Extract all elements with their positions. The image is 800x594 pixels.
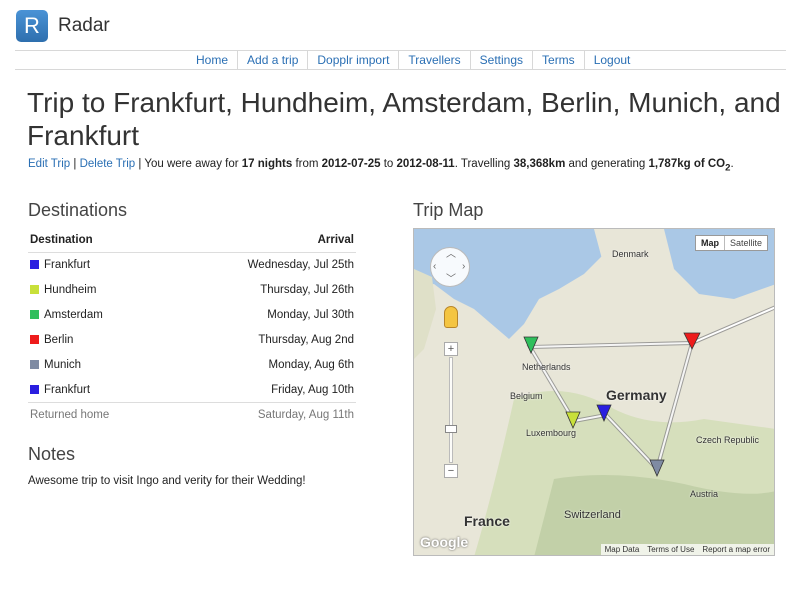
nights-count: 17 nights: [241, 158, 293, 170]
to-date: 2012-08-11: [396, 158, 455, 170]
arrival-date: Monday, Jul 30th: [267, 309, 354, 321]
returned-label: Returned home: [28, 402, 170, 428]
pan-down-icon[interactable]: ﹀: [446, 275, 456, 285]
nav-home[interactable]: Home: [187, 51, 237, 69]
zoom-slider-handle[interactable]: [445, 425, 457, 433]
label-belgium: Belgium: [510, 391, 543, 401]
nav-add-trip[interactable]: Add a trip: [237, 51, 307, 69]
color-swatch: [30, 285, 39, 294]
street-view-pegman-icon[interactable]: [444, 306, 458, 328]
table-row: Munich Monday, Aug 6th: [28, 353, 356, 378]
label-netherlands: Netherlands: [522, 362, 571, 372]
arrival-date: Monday, Aug 6th: [268, 359, 354, 371]
destinations-table: Destination Arrival Frankfurt Wednesday,…: [28, 231, 356, 428]
trip-map-heading: Trip Map: [413, 200, 484, 220]
color-swatch: [30, 260, 39, 270]
col-destination: Destination: [28, 231, 170, 253]
map-data-link[interactable]: Map Data: [601, 544, 644, 555]
arrival-date: Friday, Aug 10th: [271, 383, 354, 396]
returned-row: Returned home Saturday, Aug 11th: [28, 402, 356, 428]
report-map-error-link[interactable]: Report a map error: [698, 544, 774, 555]
color-swatch: [30, 384, 39, 394]
pan-up-icon[interactable]: ︿: [446, 250, 456, 260]
app-name: Radar: [58, 15, 110, 36]
app-logo[interactable]: R Radar: [16, 10, 110, 42]
label-czech-republic: Czech Republic: [696, 435, 760, 445]
co2-subscript: 2: [725, 162, 731, 174]
destination-name: Hundheim: [44, 284, 97, 296]
delete-trip-link[interactable]: Delete Trip: [80, 158, 136, 170]
label-germany: Germany: [606, 387, 667, 403]
color-swatch: [30, 360, 39, 369]
co2-amount: 1,787kg of CO2: [648, 158, 731, 174]
generating-word: and generating: [568, 158, 646, 170]
distance: 38,368km: [513, 158, 566, 170]
label-france: France: [464, 513, 510, 529]
nav-logout[interactable]: Logout: [583, 51, 640, 69]
zoom-slider-track[interactable]: [449, 357, 453, 463]
notes-heading: Notes: [28, 444, 76, 464]
label-switzerland: Switzerland: [564, 509, 621, 521]
color-swatch: [30, 335, 39, 344]
trip-summary: Edit Trip | Delete Trip | You were away …: [28, 158, 734, 174]
travelling-word: . Travelling: [454, 158, 511, 170]
google-logo[interactable]: Google: [420, 534, 468, 550]
table-row: Amsterdam Monday, Jul 30th: [28, 303, 356, 328]
arrival-date: Wednesday, Jul 25th: [247, 259, 354, 272]
logo-icon: R: [16, 10, 48, 42]
nav-terms[interactable]: Terms: [532, 51, 584, 69]
color-swatch: [30, 310, 39, 319]
label-austria: Austria: [690, 489, 719, 499]
top-nav: Home Add a trip Dopplr import Travellers…: [15, 50, 786, 70]
edit-trip-link[interactable]: Edit Trip: [28, 158, 70, 170]
destination-name: Frankfurt: [44, 383, 91, 396]
from-date: 2012-07-25: [321, 158, 381, 170]
label-denmark: Denmark: [612, 249, 649, 259]
label-luxembourg: Luxembourg: [526, 428, 577, 438]
map-footer: Map Data Terms of Use Report a map error: [600, 544, 774, 555]
from-word: from: [295, 158, 319, 170]
table-row: Frankfurt Friday, Aug 10th: [28, 378, 356, 403]
zoom-in-button[interactable]: +: [444, 342, 458, 356]
page-title: Trip to Frankfurt, Hundheim, Amsterdam, …: [27, 87, 781, 151]
returned-date: Saturday, Aug 11th: [169, 402, 356, 428]
pan-left-icon[interactable]: ‹: [433, 262, 436, 272]
destinations-heading: Destinations: [28, 200, 128, 220]
pan-right-icon[interactable]: ›: [462, 262, 465, 272]
destination-name: Munich: [44, 359, 82, 371]
table-row: Frankfurt Wednesday, Jul 25th: [28, 253, 356, 278]
trip-map[interactable]: Map Satellite ︿ ﹀ ‹ › + − Denmark Nether…: [413, 228, 775, 556]
notes-text: Awesome trip to visit Ingo and verity fo…: [28, 475, 306, 487]
table-row: Berlin Thursday, Aug 2nd: [28, 328, 356, 353]
destination-name: Frankfurt: [44, 259, 91, 272]
table-row: Hundheim Thursday, Jul 26th: [28, 278, 356, 303]
map-type-map-button[interactable]: Map: [696, 236, 724, 250]
map-type-control: Map Satellite: [694, 235, 768, 251]
away-prefix: You were away for: [144, 158, 239, 170]
destination-name: Amsterdam: [44, 309, 103, 321]
zoom-out-button[interactable]: −: [444, 464, 458, 478]
map-type-satellite-button[interactable]: Satellite: [723, 236, 767, 250]
arrival-date: Thursday, Aug 2nd: [258, 334, 354, 346]
map-canvas[interactable]: [414, 229, 775, 556]
nav-settings[interactable]: Settings: [469, 51, 532, 69]
destination-name: Berlin: [44, 334, 74, 346]
to-word: to: [383, 158, 394, 170]
arrival-date: Thursday, Jul 26th: [260, 284, 354, 296]
col-arrival: Arrival: [169, 231, 356, 253]
pan-control[interactable]: ︿ ﹀ ‹ ›: [430, 247, 470, 287]
terms-of-use-link[interactable]: Terms of Use: [643, 544, 698, 555]
nav-travellers[interactable]: Travellers: [398, 51, 469, 69]
nav-dopplr-import[interactable]: Dopplr import: [307, 51, 398, 69]
